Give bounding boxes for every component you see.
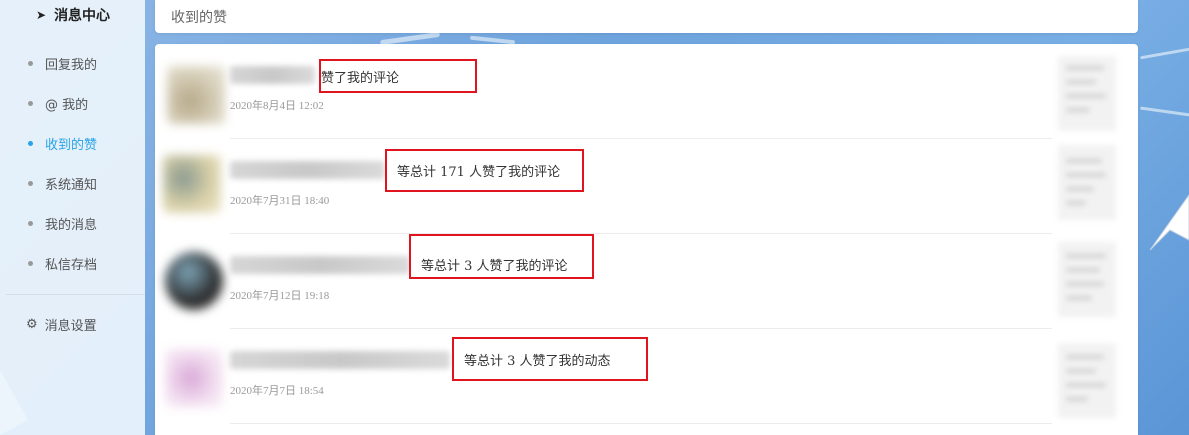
like-time: 2020年8月4日 12:02: [230, 100, 324, 112]
sidebar-item-label: 消息设置: [44, 318, 97, 334]
bullet-icon: [28, 260, 33, 266]
sidebar-item-likes[interactable]: 收到的赞: [0, 131, 145, 155]
likes-list: 赞了我的评论 2020年8月4日 12:02 等总计 171 人赞了我的评论 2…: [155, 44, 1138, 435]
like-action-text: 赞了我的评论: [319, 59, 477, 93]
row-divider: [230, 423, 1052, 424]
sidebar-item-system-notices[interactable]: 系统通知: [0, 171, 145, 195]
list-item[interactable]: 等总计 3 人赞了我的评论 2020年7月12日 19:18: [155, 234, 1138, 329]
sidebar-item-archive[interactable]: 私信存档: [0, 251, 145, 275]
sidebar-item-label: 私信存档: [45, 257, 98, 273]
list-item[interactable]: 等总计 171 人赞了我的评论 2020年7月31日 18:40: [155, 139, 1138, 234]
sidebar-item-settings[interactable]: ⚙ 消息设置: [0, 312, 145, 336]
user-name-blurred[interactable]: [230, 161, 385, 179]
gear-icon: ⚙: [26, 316, 38, 332]
telegram-icon: ➤: [36, 8, 47, 22]
sky-streak: [1140, 106, 1189, 117]
like-time: 2020年7月12日 19:18: [230, 290, 330, 302]
sidebar-title: ➤ 消息中心: [0, 0, 145, 30]
user-name-blurred[interactable]: [230, 66, 315, 84]
sky-streak: [1140, 47, 1189, 60]
page-header: 收到的赞: [155, 0, 1138, 33]
list-item[interactable]: 赞了我的评论 2020年8月4日 12:02: [155, 44, 1138, 139]
sidebar-item-label: 我的消息: [45, 217, 98, 233]
content-thumbnail[interactable]: [1058, 145, 1116, 220]
like-time: 2020年7月31日 18:40: [230, 195, 330, 207]
avatar[interactable]: [163, 155, 221, 213]
avatar[interactable]: [165, 349, 223, 407]
bullet-icon: [28, 180, 33, 186]
avatar[interactable]: [167, 66, 225, 124]
bullet-icon: [28, 100, 33, 106]
bullet-icon: [28, 60, 33, 66]
like-action-text: 等总计 171 人赞了我的评论: [385, 149, 584, 192]
bullet-icon: [28, 140, 33, 146]
sidebar-divider: [6, 294, 145, 295]
content-thumbnail[interactable]: [1058, 56, 1116, 131]
like-action-text: 等总计 3 人赞了我的动态: [452, 337, 648, 381]
sidebar-item-label: @ 我的: [45, 97, 89, 113]
sidebar-item-label: 系统通知: [45, 177, 98, 193]
bullet-icon: [28, 220, 33, 226]
like-action-text: 等总计 3 人赞了我的评论: [409, 234, 594, 279]
sidebar: ➤ 消息中心 回复我的 @ 我的 收到的赞 系统通知 我的消息 私信存档 ⚙ 消…: [0, 0, 145, 435]
paper-plane-decoration: [1149, 194, 1189, 251]
sidebar-item-label: 回复我的: [45, 57, 98, 73]
sidebar-item-label: 收到的赞: [45, 137, 98, 153]
sidebar-item-replies[interactable]: 回复我的: [0, 51, 145, 75]
content-thumbnail[interactable]: [1058, 242, 1116, 317]
sidebar-item-mentions[interactable]: @ 我的: [0, 91, 145, 115]
sidebar-item-my-messages[interactable]: 我的消息: [0, 211, 145, 235]
sidebar-title-label: 消息中心: [54, 8, 111, 24]
user-name-blurred[interactable]: [230, 256, 410, 274]
user-name-blurred[interactable]: [230, 351, 450, 369]
list-item[interactable]: 等总计 3 人赞了我的动态 2020年7月7日 18:54: [155, 329, 1138, 424]
like-time: 2020年7月7日 18:54: [230, 385, 324, 397]
content-thumbnail[interactable]: [1058, 343, 1116, 418]
avatar[interactable]: [165, 252, 223, 310]
page-title: 收到的赞: [171, 9, 227, 26]
